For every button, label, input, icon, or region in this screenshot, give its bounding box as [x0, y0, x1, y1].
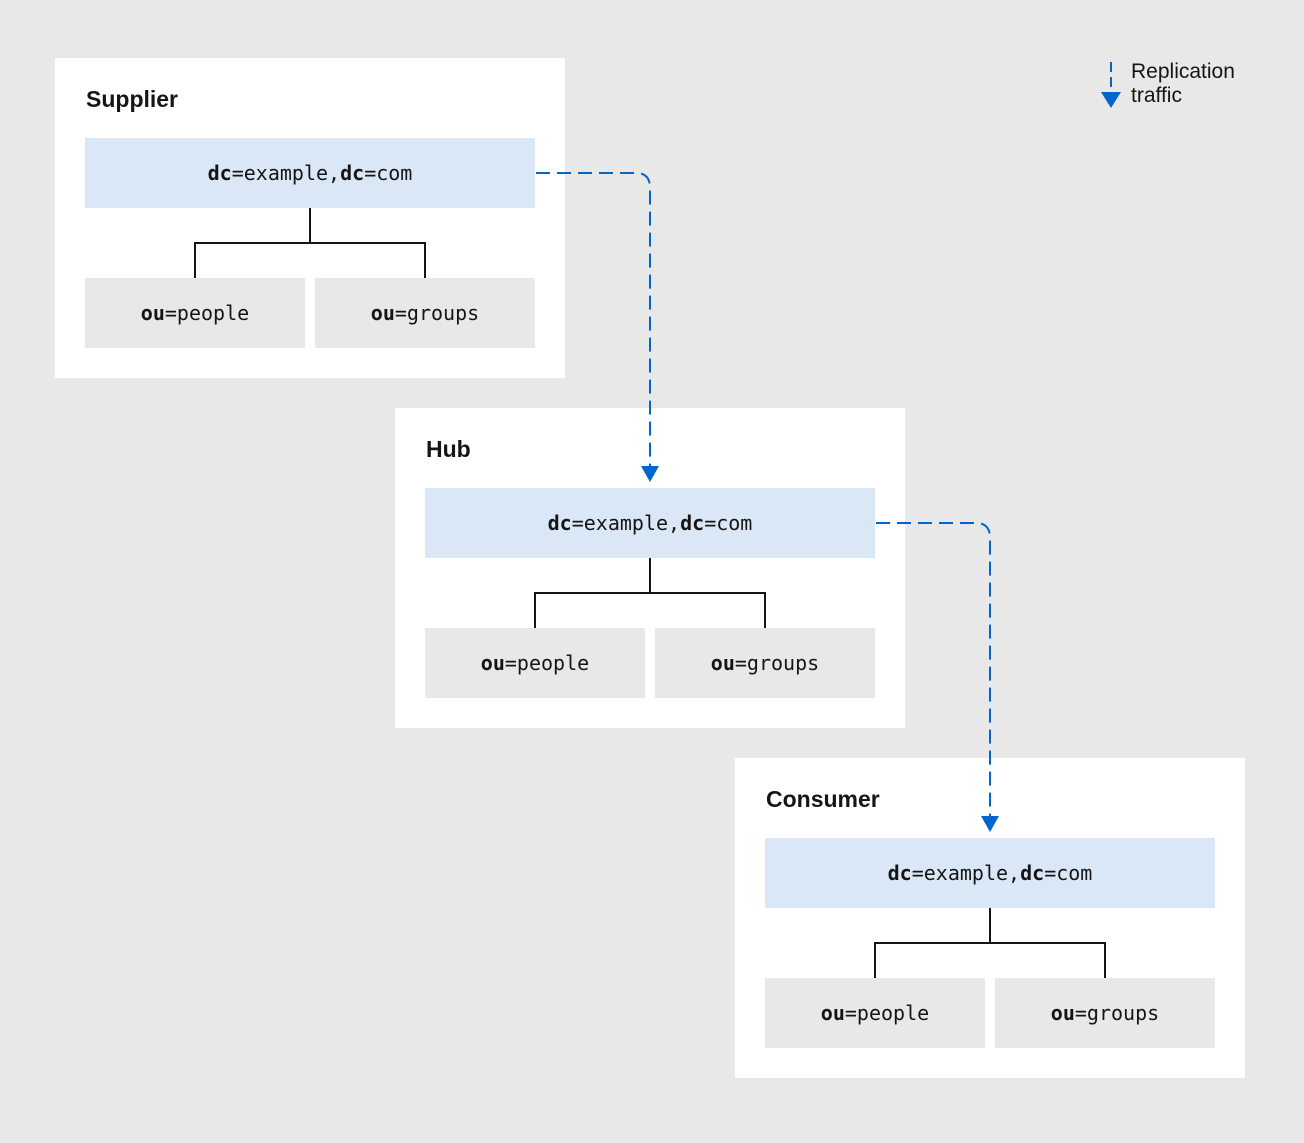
- arrowhead-icon: [641, 466, 659, 482]
- replication-arrows: [536, 62, 1121, 832]
- legend-arrowhead-icon: [1101, 92, 1121, 108]
- arrowhead-icon: [981, 816, 999, 832]
- replication-arrow-supplier-to-hub: [536, 172, 651, 468]
- replication-arrow-hub-to-consumer: [876, 522, 991, 818]
